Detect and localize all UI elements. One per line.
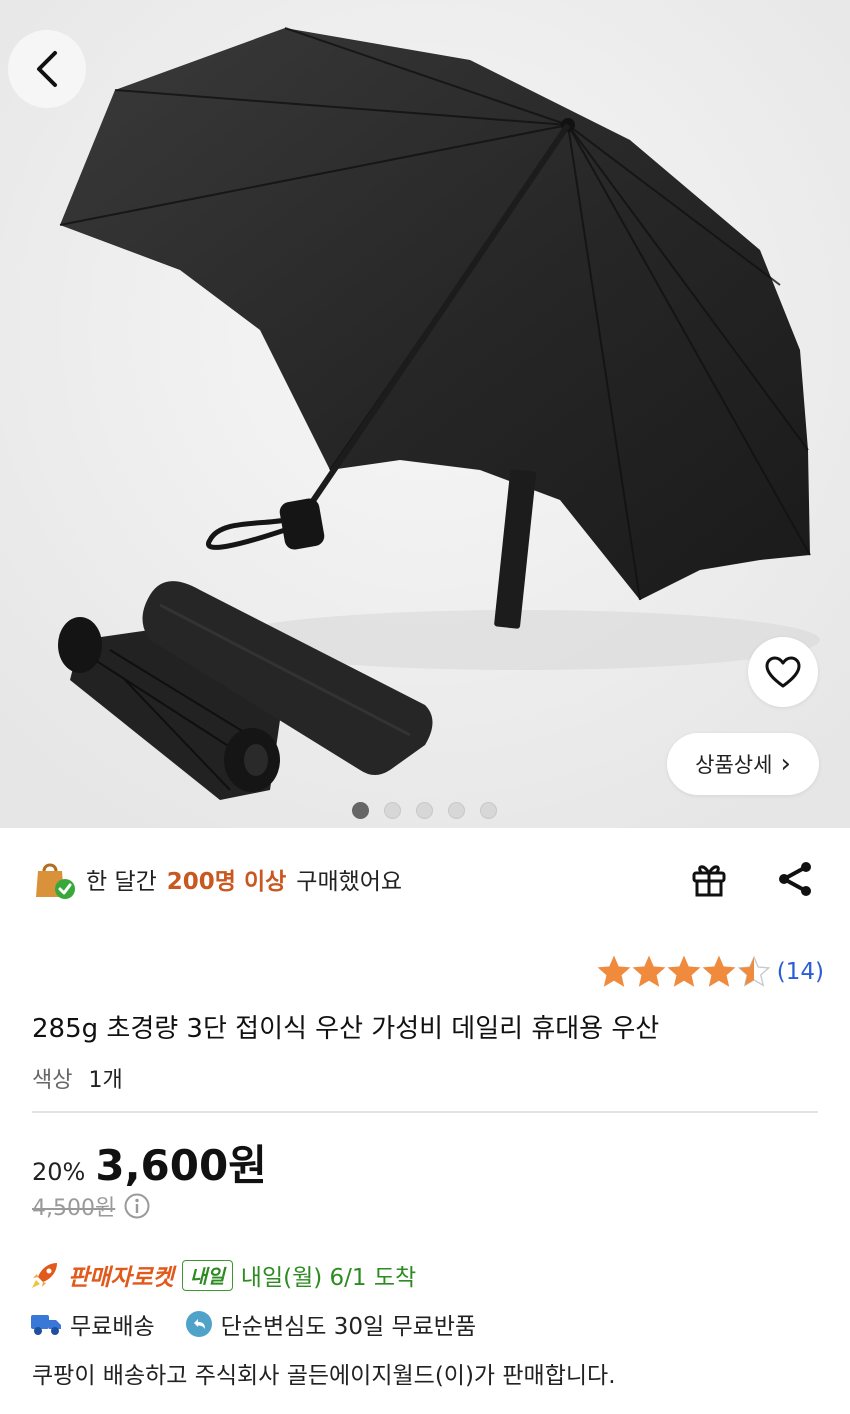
gallery-pagination[interactable] [352, 802, 497, 819]
option-value: 1개 [88, 1068, 123, 1093]
seller-rocket-label: 판매자로켓 [68, 1265, 174, 1291]
sale-price: 3,600원 [95, 1141, 267, 1190]
rocket-delivery-row: 판매자로켓 내일 내일(월) 6/1 도착 [30, 1258, 416, 1292]
delivery-truck-icon [31, 1315, 61, 1335]
product-image-gallery[interactable]: 상품상세 › [0, 0, 850, 828]
star-full-icon [632, 955, 666, 987]
gift-button[interactable] [684, 856, 734, 902]
product-detail-label: 상품상세 [695, 753, 773, 777]
star-rating [597, 955, 771, 989]
option-label: 색상 [32, 1068, 73, 1093]
original-price: 4,500원 [32, 1196, 116, 1221]
free-shipping-label: 무료배송 [70, 1314, 155, 1340]
return-icon [185, 1311, 212, 1337]
gallery-dot[interactable] [352, 802, 369, 819]
arrival-date: 내일(월) 6/1 도착 [240, 1265, 417, 1291]
banner-prefix: 한 달간 [86, 869, 157, 895]
divider [32, 1111, 818, 1113]
star-full-icon [597, 955, 631, 987]
info-icon[interactable] [123, 1192, 151, 1220]
star-full-icon [667, 955, 701, 987]
free-return-label: 단순변심도 30일 무료반품 [220, 1314, 477, 1340]
heart-icon [765, 656, 801, 688]
product-title: 285g 초경량 3단 접이식 우산 가성비 데일리 휴대용 우산 [32, 1014, 660, 1044]
rocket-icon [32, 1263, 57, 1288]
price-row: 20% 3,600원 [32, 1132, 267, 1193]
chevron-left-icon [37, 51, 57, 87]
gallery-dot[interactable] [448, 802, 465, 819]
gallery-dot[interactable] [416, 802, 433, 819]
back-button[interactable] [8, 30, 86, 108]
chevron-right-icon: › [780, 749, 791, 779]
product-photo-umbrella [0, 0, 850, 828]
tomorrow-badge: 내일 [181, 1259, 233, 1291]
star-half-icon [737, 955, 771, 987]
banner-highlight: 200명 이상 [166, 869, 287, 895]
shipping-return-row: 무료배송 단순변심도 30일 무료반품 [30, 1307, 476, 1341]
banner-suffix: 구매했어요 [296, 869, 403, 895]
star-full-icon [702, 955, 736, 987]
rating-summary[interactable]: (14) [597, 955, 824, 989]
seller-note: 쿠팡이 배송하고 주식회사 골든에이지월드(이)가 판매합니다. [32, 1363, 616, 1389]
shopping-bag-check-icon [36, 863, 75, 899]
discount-rate: 20% [32, 1158, 86, 1186]
gift-icon [692, 865, 726, 897]
review-count[interactable]: (14) [777, 959, 824, 985]
share-icon [779, 862, 811, 896]
gallery-dot[interactable] [480, 802, 497, 819]
original-price-row: 4,500원 [32, 1190, 151, 1222]
gallery-dot[interactable] [384, 802, 401, 819]
product-detail-button[interactable]: 상품상세 › [667, 733, 819, 795]
wishlist-button[interactable] [748, 637, 818, 707]
product-option: 색상 1개 [32, 1062, 123, 1094]
share-button[interactable] [770, 856, 820, 902]
purchase-count-banner: 한 달간 200명 이상 구매했어요 [32, 856, 402, 902]
